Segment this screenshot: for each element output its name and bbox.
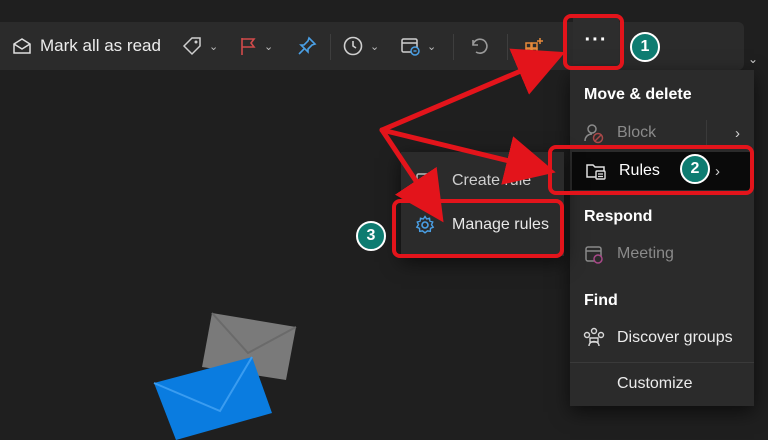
chevron-down-icon[interactable]: ⌄ (427, 40, 436, 53)
customize-menu-item[interactable]: Customize (570, 365, 754, 403)
apps-add-icon (525, 38, 543, 55)
meeting-icon (582, 242, 606, 266)
calendar-move-icon (401, 38, 420, 56)
pin-button[interactable] (296, 22, 318, 70)
highlight-more-button (563, 14, 624, 70)
flag-icon (241, 38, 256, 55)
find-heading: Find (584, 292, 618, 309)
snooze-button[interactable]: ⌄ (342, 22, 379, 70)
empty-inbox-illustration (153, 312, 297, 440)
chevron-down-icon[interactable]: ⌄ (264, 40, 273, 53)
flag-button[interactable]: ⌄ (238, 22, 273, 70)
chevron-down-icon[interactable]: ⌄ (209, 40, 218, 53)
clock-icon (343, 36, 363, 56)
tag-icon (182, 37, 201, 56)
categorize-button[interactable]: ⌄ (181, 22, 218, 70)
toolbar-divider (453, 34, 454, 60)
create-rule-icon (413, 169, 437, 193)
pin-icon (298, 36, 317, 55)
meeting-label: Meeting (617, 245, 674, 262)
step-3-badge: 3 (356, 221, 386, 251)
undo-icon (472, 38, 488, 54)
more-options-menu: Move & delete Block › Rules › Respond Me… (570, 70, 754, 406)
create-rule-menu-item[interactable]: Create rule (401, 158, 564, 204)
blue-envelope (153, 356, 272, 440)
move-to-button[interactable]: ⌄ (399, 22, 436, 70)
mark-all-read-label: Mark all as read (40, 36, 161, 55)
toolbar-divider (330, 34, 331, 60)
highlight-manage-rules (392, 199, 564, 258)
apps-button[interactable] (523, 22, 545, 70)
chevron-right-icon[interactable]: › (735, 125, 740, 142)
menu-divider (570, 362, 754, 363)
envelope-open-icon (13, 38, 31, 54)
customize-label: Customize (617, 375, 693, 392)
chevron-down-icon[interactable]: ⌄ (748, 52, 758, 66)
discover-groups-icon (582, 326, 606, 350)
mark-all-read-button[interactable]: Mark all as read (12, 22, 161, 70)
block-label: Block (617, 124, 657, 141)
create-rule-label: Create rule (452, 172, 532, 189)
step-2-badge: 2 (680, 154, 710, 184)
meeting-menu-item[interactable]: Meeting (570, 235, 754, 273)
highlight-rules-item (548, 145, 754, 195)
chevron-down-icon[interactable]: ⌄ (370, 40, 379, 53)
respond-heading: Respond (584, 208, 653, 225)
block-icon (582, 121, 606, 145)
move-delete-heading: Move & delete (584, 86, 692, 103)
undo-button[interactable] (467, 22, 489, 70)
split-divider (706, 120, 707, 146)
toolbar-divider (507, 34, 508, 60)
discover-groups-menu-item[interactable]: Discover groups (570, 319, 754, 357)
step-1-badge: 1 (630, 32, 660, 62)
discover-groups-label: Discover groups (617, 329, 733, 346)
